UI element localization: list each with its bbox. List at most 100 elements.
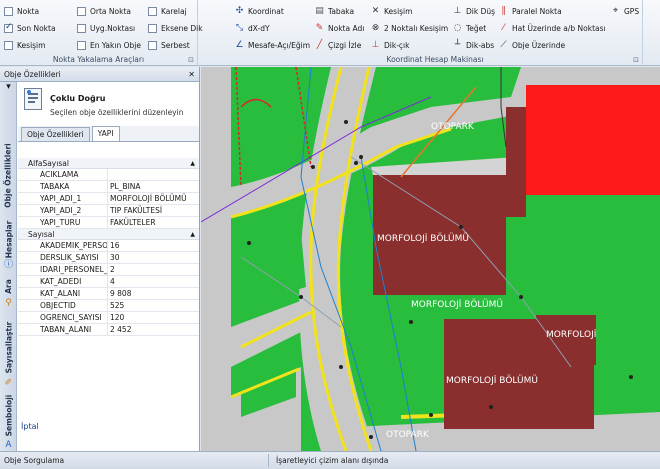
table-row[interactable]: AKADEMIK_PERSON 16 — [18, 240, 199, 252]
snap-point-checkbox[interactable]: Nokta — [4, 4, 39, 18]
layer-icon: ▤ — [315, 6, 324, 16]
snap-perpendicular-checkbox[interactable]: Eksene Dik — [148, 21, 203, 35]
table-row[interactable]: TABAKA PL_BINA — [18, 181, 199, 193]
table-row[interactable]: YAPI_TURU FAKÜLTELER — [18, 217, 199, 229]
on-object-button[interactable]: ⟋ Obje Üzerinde — [498, 38, 565, 52]
distance-angle-icon: ∠ — [235, 40, 244, 50]
two-point-intersection-icon: ⊗ — [371, 23, 380, 33]
ab-point-on-line-icon: ⁄ — [502, 23, 505, 33]
side-tab-strip: ▾ Obje Özellikleri Hesaplar ⓘ Ara ⚲ Sayı… — [0, 82, 17, 451]
map-building[interactable] — [506, 107, 526, 217]
checkbox-box[interactable] — [77, 23, 86, 33]
table-row[interactable]: OBJECTID 525 — [18, 300, 199, 312]
ab-point-on-line-button[interactable]: ⁄ Hat Üzerinde a/b Noktası — [498, 21, 606, 35]
checkbox-box[interactable] — [4, 22, 13, 33]
document-icon — [24, 88, 42, 110]
snap-application-point-checkbox[interactable]: Uyg.Noktası — [77, 21, 135, 35]
category-sayisal[interactable]: Sayısal ▲ — [18, 229, 199, 240]
side-tab-search[interactable]: Ara — [0, 274, 17, 298]
layer-button[interactable]: ▤ Tabaka — [314, 4, 354, 18]
snap-grid-checkbox[interactable]: Karelaj — [148, 4, 187, 18]
table-row[interactable]: KAT_ADEDI 4 — [18, 276, 199, 288]
snap-group-title: Nokta Yakalama Araçları — [52, 55, 145, 64]
object-properties-panel: Obje Özellikleri ✕ ▾ Obje Özellikleri He… — [0, 67, 200, 451]
dxdy-button[interactable]: ⤡ dX-dY — [234, 21, 270, 35]
map-label: MORFOLOJİ — [546, 329, 596, 340]
checkbox-box[interactable] — [148, 40, 157, 50]
snap-endpoint-checkbox[interactable]: Son Nokta — [4, 21, 56, 35]
map-road — [201, 67, 231, 451]
gps-button[interactable]: ⌖ GPS — [610, 4, 639, 18]
side-tab-digitize[interactable]: Sayısallaştır — [0, 316, 17, 378]
table-row[interactable]: ACIKLAMA — [18, 169, 199, 181]
coordinate-button[interactable]: ✣ Koordinat — [234, 4, 284, 18]
point-name-button[interactable]: ✎ Nokta Adı — [314, 21, 365, 35]
property-grid: AlfaSayısal ▲ ACIKLAMA TABAKA PL_BINA YAPI… — [18, 158, 199, 418]
perpendicular-drop-icon: ⊥ — [453, 6, 462, 16]
tab-object-properties[interactable]: Obje Özellikleri — [21, 127, 90, 141]
collapse-icon[interactable]: ▲ — [190, 229, 195, 240]
checkbox-box[interactable] — [77, 40, 86, 50]
intersection-button[interactable]: ✕ Kesişim — [370, 4, 413, 18]
map-label: MORFOLOJİ BÖLÜMÜ — [377, 233, 469, 244]
snap-free-checkbox[interactable]: Serbest — [148, 38, 190, 52]
tangent-button[interactable]: ◌ Teğet — [452, 21, 487, 35]
on-object-icon: ⟋ — [500, 40, 507, 50]
table-row[interactable]: YAPI_ADI_1 MORFOLOJİ BÖLÜMÜ — [18, 193, 199, 205]
trace-line-icon: ╱ — [316, 40, 323, 50]
gps-icon: ⌖ — [612, 6, 619, 16]
perpendicular-out-button[interactable]: ⊥ Dik-çık — [370, 38, 410, 52]
ribbon: Nokta Son Nokta Kesişim Orta Nokta Uyg.N… — [0, 0, 660, 66]
perpendicular-out-icon: ⊥ — [371, 40, 380, 50]
map-label: MORFOLOJİ BÖLÜMÜ — [446, 375, 538, 386]
selected-area[interactable] — [526, 85, 660, 195]
digitize-icon: ✐ — [4, 378, 13, 388]
tab-yapi[interactable]: YAPI — [91, 126, 120, 141]
dxdy-icon: ⤡ — [235, 23, 244, 33]
perpendicular-abs-icon: ┴ — [454, 40, 461, 50]
side-tab-calculations[interactable]: Hesaplar — [0, 216, 17, 262]
status-mode: Obje Sorgulama — [4, 456, 65, 465]
checkbox-box[interactable] — [148, 23, 157, 33]
property-tabs: Obje Özellikleri YAPI — [18, 126, 199, 142]
trace-line-button[interactable]: ╱ Çizgi İzle — [314, 38, 362, 52]
side-tab-symbology[interactable]: Semboloji — [0, 390, 17, 440]
table-row[interactable]: TABAN_ALANI 2 452 — [18, 324, 199, 336]
table-row[interactable]: IDARI_PERSONEL_S 2 — [18, 264, 199, 276]
side-tab-object-properties[interactable]: Obje Özellikleri — [0, 138, 17, 212]
snap-midpoint-checkbox[interactable]: Orta Nokta — [77, 4, 131, 18]
checkbox-box[interactable] — [148, 6, 157, 16]
panel-title: Obje Özellikleri — [4, 69, 61, 79]
snap-nearest-object-checkbox[interactable]: En Yakın Obje — [77, 38, 141, 52]
info-icon: ⓘ — [3, 260, 13, 270]
dialog-launcher-icon[interactable]: ⊡ — [633, 56, 639, 64]
selection-info: Çoklu Doğru Seçilen obje özelliklerini d… — [18, 82, 199, 126]
panel-title-bar: Obje Özellikleri ✕ — [0, 67, 199, 82]
perpendicular-abs-button[interactable]: ┴ Dik-abs — [452, 38, 494, 52]
status-separator — [268, 454, 269, 467]
two-point-intersection-button[interactable]: ⊗ 2 Noktalı Kesişim — [370, 21, 449, 35]
perpendicular-drop-button[interactable]: ⊥ Dik Düş — [452, 4, 495, 18]
pin-icon[interactable]: ▾ — [3, 82, 14, 93]
search-icon: ⚲ — [5, 298, 12, 308]
snap-intersection-checkbox[interactable]: Kesişim — [4, 38, 45, 52]
morfoloji-building[interactable] — [536, 315, 596, 365]
map-label: OTOPARK — [386, 430, 430, 440]
cancel-button[interactable]: İptal — [21, 422, 39, 431]
dialog-launcher-icon[interactable]: ⊡ — [188, 56, 194, 64]
checkbox-box[interactable] — [77, 6, 86, 16]
map-drawing[interactable]: OTOPARK MORFOLOJİ BÖLÜMÜ MORFOLOJİ BÖLÜM… — [201, 67, 660, 451]
table-row[interactable]: DERSLIK_SAYISI 30 — [18, 252, 199, 264]
collapse-icon[interactable]: ▲ — [190, 158, 195, 169]
distance-angle-button[interactable]: ∠ Mesafe-Açı/Eğim — [234, 38, 310, 52]
checkbox-box[interactable] — [4, 6, 13, 16]
table-row[interactable]: OGRENCI_SAYISI 120 — [18, 312, 199, 324]
checkbox-box[interactable] — [4, 40, 13, 50]
parallel-point-button[interactable]: ∥ Paralel Nokta — [498, 4, 561, 18]
table-row[interactable]: YAPI_ADI_2 TIP FAKÜLTESİ — [18, 205, 199, 217]
table-row[interactable]: KAT_ALANI 9 808 — [18, 288, 199, 300]
map-canvas[interactable]: OTOPARK MORFOLOJİ BÖLÜMÜ MORFOLOJİ BÖLÜM… — [201, 67, 660, 451]
close-icon[interactable]: ✕ — [188, 70, 195, 79]
category-alfasayisal[interactable]: AlfaSayısal ▲ — [18, 158, 199, 169]
coord-group-title: Koordinat Hesap Makinası — [386, 55, 484, 64]
